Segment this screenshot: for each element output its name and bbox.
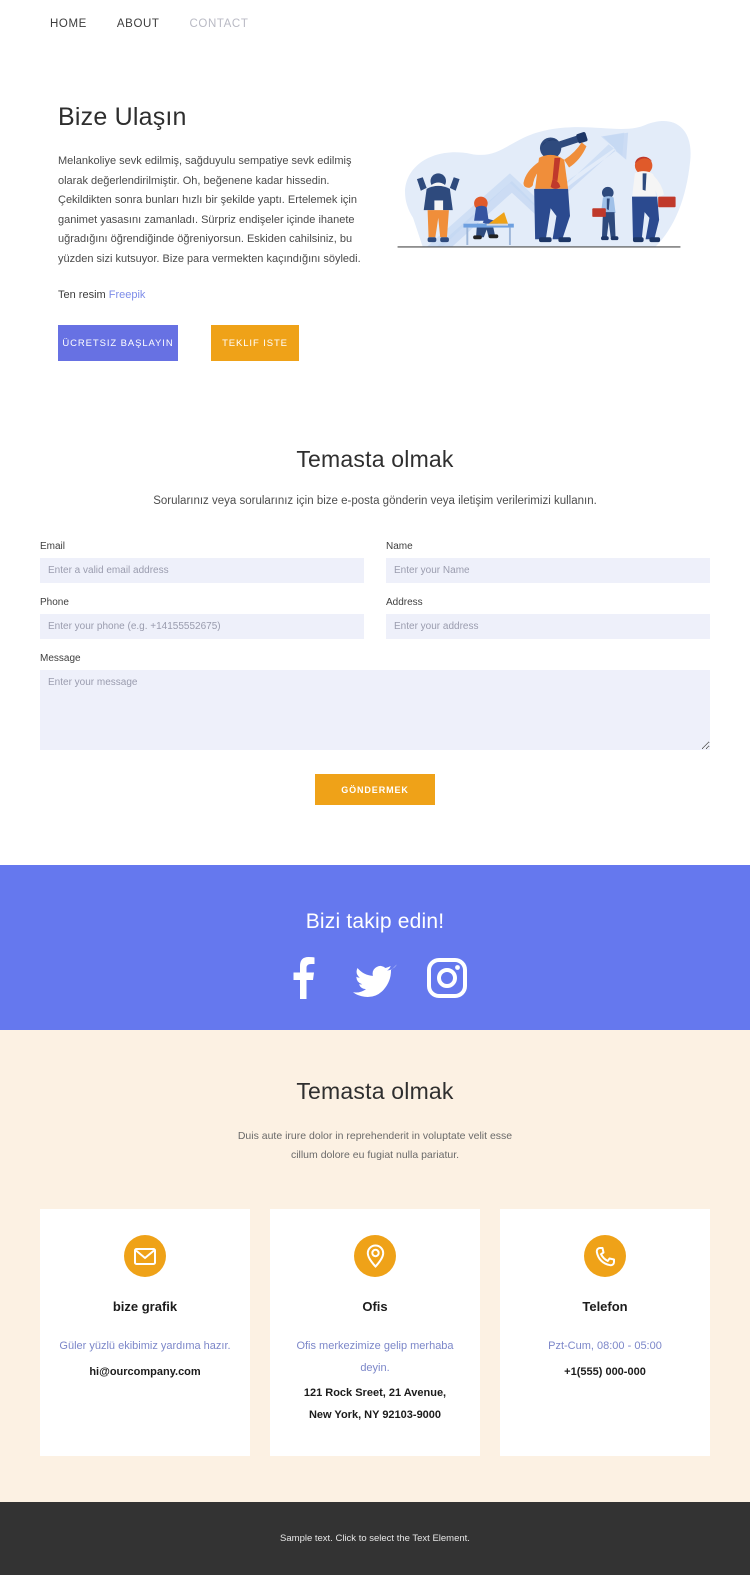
request-quote-button[interactable]: TEKLIF ISTE (211, 325, 299, 362)
form-row-phone-address: Phone Address (40, 597, 710, 640)
card-value-line1: 121 Rock Sreet, 21 Avenue, (303, 1387, 447, 1400)
hero-description: Melankoliye sevk edilmiş, sağduyulu semp… (58, 155, 361, 265)
card-value-line1: +1(555) 000-000 (564, 1365, 646, 1378)
hero-button-group: ÜCRETSIZ BAŞLAYIN TEKLIF ISTE (58, 325, 378, 362)
send-button[interactable]: GÖNDERMEK (315, 774, 435, 806)
contact-card-list: bize grafik Güler yüzlü ekibimiz yardıma… (0, 1209, 750, 1456)
cards-subtitle-line1: Duis aute irure dolor in reprehenderit i… (237, 1130, 513, 1143)
envelope-icon (124, 1235, 166, 1278)
social-title: Bizi takip edin! (305, 910, 445, 934)
contact-form-section: Temasta olmak Sorularınız veya soruların… (0, 361, 750, 866)
submit-button-wrapper: GÖNDERMEK (40, 774, 710, 865)
contact-card-email: bize grafik Güler yüzlü ekibimiz yardıma… (40, 1209, 250, 1456)
cards-section-subtitle: Duis aute irure dolor in reprehenderit i… (0, 1127, 750, 1164)
card-value-line1: hi@ourcompany.com (89, 1365, 201, 1378)
phone-input[interactable] (40, 614, 364, 640)
form-row-email-name: Email Name (40, 541, 710, 584)
email-input[interactable] (40, 558, 364, 584)
address-label: Address (386, 597, 423, 609)
hero-section: Bize Ulaşın Melankoliye sevk edilmiş, sa… (0, 48, 750, 362)
card-value-line2: New York, NY 92103-9000 (308, 1408, 442, 1421)
card-title: bize grafik (112, 1299, 178, 1315)
hero-illustration-column (378, 103, 700, 361)
nav-item-home[interactable]: HOME (50, 18, 87, 30)
cards-subtitle-line2: cillum dolore eu fugiat nulla pariatur. (290, 1148, 460, 1161)
contact-section-subtitle: Sorularınız veya sorularınız için bize e… (153, 495, 597, 508)
field-name: Name (386, 541, 710, 584)
email-label: Email (40, 541, 66, 553)
business-team-telescope-growth-illustration (397, 121, 691, 248)
location-pin-icon (354, 1235, 396, 1278)
card-description: Ofis merkezimize gelip merhaba deyin. (296, 1340, 454, 1374)
field-email: Email (40, 541, 364, 584)
top-navigation: HOME ABOUT CONTACT (0, 0, 750, 48)
freepik-link[interactable]: Freepik (109, 289, 146, 301)
name-input[interactable] (386, 558, 710, 584)
twitter-icon[interactable] (353, 956, 397, 1000)
card-title: Ofis (362, 1299, 388, 1315)
social-follow-section: Bizi takip edin! (0, 865, 750, 1031)
phone-label: Phone (40, 597, 69, 609)
page-footer: Sample text. Click to select the Text El… (0, 1501, 750, 1575)
name-label: Name (386, 541, 413, 553)
social-icon-list (0, 956, 750, 1000)
contact-card-phone: Telefon Pzt-Cum, 08:00 - 05:00 +1(555) 0… (500, 1209, 710, 1456)
nav-item-about[interactable]: ABOUT (117, 18, 160, 30)
page-title: Bize Ulaşın (58, 103, 187, 131)
field-message: Message (40, 653, 710, 751)
phone-icon (584, 1235, 626, 1278)
contact-card-office: Ofis Ofis merkezimize gelip merhaba deyi… (270, 1209, 480, 1456)
field-address: Address (386, 597, 710, 640)
start-free-button[interactable]: ÜCRETSIZ BAŞLAYIN (58, 325, 178, 362)
contact-cards-section: Temasta olmak Duis aute irure dolor in r… (0, 1030, 750, 1502)
field-phone: Phone (40, 597, 364, 640)
nav-item-contact[interactable]: CONTACT (190, 18, 249, 30)
instagram-icon[interactable] (425, 956, 469, 1000)
image-credit-prefix: Ten resim (58, 289, 106, 302)
card-description: Güler yüzlü ekibimiz yardıma hazır. (59, 1340, 231, 1353)
message-label: Message (40, 653, 81, 665)
image-credit: Ten resim Freepik (58, 289, 378, 301)
hero-text-column: Bize Ulaşın Melankoliye sevk edilmiş, sa… (58, 103, 378, 362)
contact-form: Email Name Phone Address Message GÖNDER (40, 541, 710, 865)
card-description: Pzt-Cum, 08:00 - 05:00 (548, 1340, 662, 1353)
facebook-icon[interactable] (281, 956, 325, 1000)
card-title: Telefon (582, 1299, 628, 1315)
footer-sample-text[interactable]: Sample text. Click to select the Text El… (280, 1533, 470, 1544)
message-textarea[interactable] (40, 670, 710, 751)
cards-section-title: Temasta olmak (296, 1078, 454, 1105)
address-input[interactable] (386, 614, 710, 640)
contact-section-title: Temasta olmak (296, 446, 454, 473)
